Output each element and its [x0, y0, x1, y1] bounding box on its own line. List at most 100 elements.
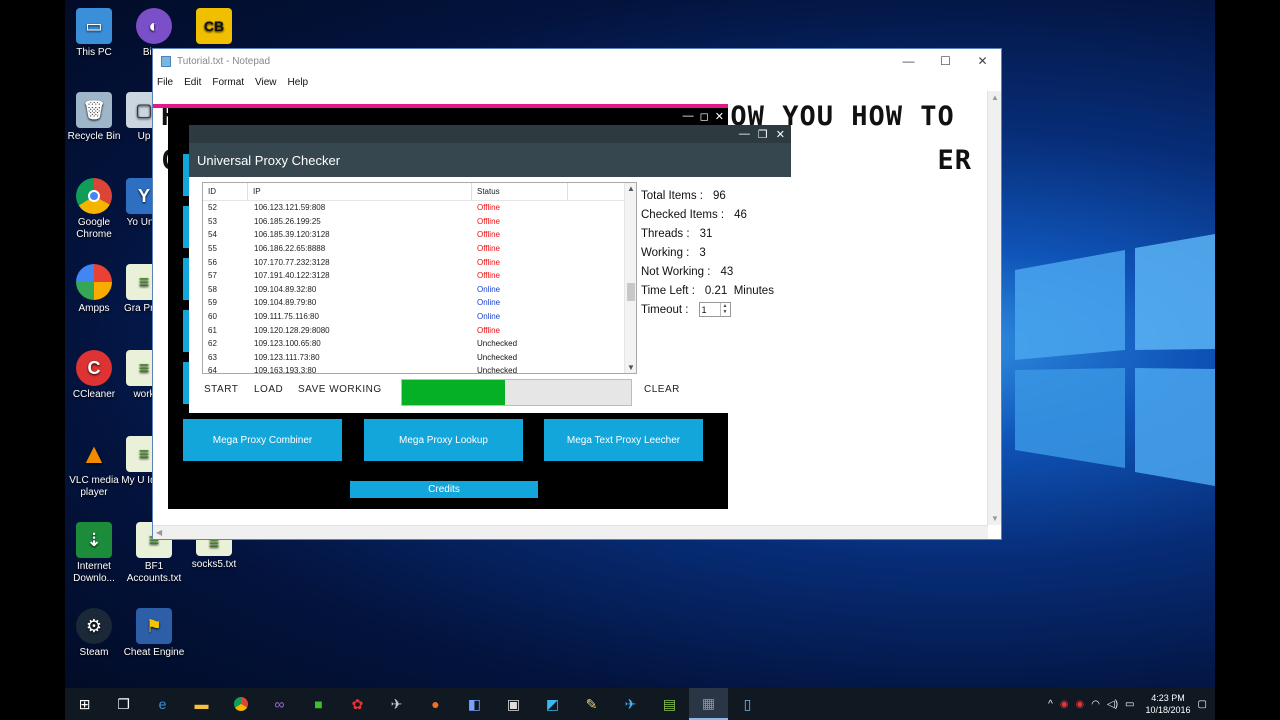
app-icon[interactable]: ▤: [650, 688, 689, 720]
app-icon[interactable]: ✿: [338, 688, 377, 720]
menu-view[interactable]: View: [255, 77, 277, 88]
close-icon[interactable]: ✕: [776, 128, 785, 141]
table-row[interactable]: 55 106.186.22.65:8888 Offline: [203, 242, 636, 256]
close-icon[interactable]: ✕: [964, 49, 1001, 73]
notepad-titlebar[interactable]: Tutorial.txt - Notepad: [153, 49, 1001, 73]
chrome-icon[interactable]: [221, 688, 260, 720]
app-tray-icon[interactable]: ◉: [1060, 699, 1069, 710]
mega-proxy-lookup-button[interactable]: Mega Proxy Lookup: [364, 419, 523, 461]
mega-proxy-combiner-button[interactable]: Mega Proxy Combiner: [183, 419, 342, 461]
table-row[interactable]: 60 109.111.75.116:80 Online: [203, 310, 636, 324]
row-id: 52: [208, 203, 217, 213]
desktop-icon-cheat-engine[interactable]: ⚑ Cheat Engine: [121, 608, 187, 659]
desktop-icon-label: Up: [137, 131, 151, 142]
task-view-icon[interactable]: ❐: [104, 688, 143, 720]
app-icon[interactable]: ●: [416, 688, 455, 720]
minimize-icon[interactable]: —: [890, 49, 927, 73]
clear-button[interactable]: CLEAR: [644, 384, 680, 395]
row-ip: 109.111.75.116:80: [254, 312, 319, 322]
app-icon[interactable]: ◩: [533, 688, 572, 720]
scroll-down-icon[interactable]: ▼: [991, 514, 999, 523]
table-row[interactable]: 61 109.120.128.29:8080 Offline: [203, 323, 636, 337]
column-id[interactable]: ID: [203, 183, 248, 200]
menu-file[interactable]: File: [157, 77, 173, 88]
table-row[interactable]: 63 109.123.111.73:80 Unchecked: [203, 351, 636, 365]
notifications-icon[interactable]: ▢: [1198, 699, 1207, 710]
credits-button[interactable]: Credits: [350, 481, 538, 498]
system-tray: ^ ◉ ◉ ◠ ◁) ▭ 4:23 PM 10/18/2016 ▢: [1048, 688, 1207, 720]
edge-icon[interactable]: e: [143, 688, 182, 720]
notepad-icon[interactable]: ▯: [728, 688, 767, 720]
app-icon[interactable]: ✈: [611, 688, 650, 720]
notepad-horizontal-scrollbar[interactable]: ◀: [153, 525, 988, 539]
table-row[interactable]: 52 106.123.121.59:808 Offline: [203, 201, 636, 215]
volume-icon[interactable]: ◁): [1107, 699, 1118, 710]
row-ip: 109.104.89.32:80: [254, 284, 317, 294]
start-icon[interactable]: ⊞: [65, 688, 104, 720]
table-row[interactable]: 59 109.104.89.79:80 Online: [203, 296, 636, 310]
app-icon[interactable]: ✈: [377, 688, 416, 720]
notepad-menubar: File Edit Format View Help: [153, 73, 1001, 91]
file-explorer-icon[interactable]: ▬: [182, 688, 221, 720]
table-row[interactable]: 56 107.170.77.232:3128 Offline: [203, 255, 636, 269]
desktop-icon-idm[interactable]: ⇣ Internet Downlo...: [61, 522, 127, 585]
app-icon[interactable]: ▦: [689, 688, 728, 720]
row-id: 55: [208, 244, 217, 254]
grid-scrollbar[interactable]: ▲ ▼: [624, 183, 636, 373]
save-working-button[interactable]: SAVE WORKING: [298, 384, 382, 395]
restore-icon[interactable]: ❐: [758, 128, 768, 141]
table-row[interactable]: 64 109.163.193.3:80 Unchecked: [203, 364, 636, 374]
jd-icon[interactable]: ■: [299, 688, 338, 720]
table-row[interactable]: 58 109.104.89.32:80 Online: [203, 283, 636, 297]
start-button[interactable]: START: [204, 384, 238, 395]
row-id: 60: [208, 312, 217, 322]
notepad-vertical-scrollbar[interactable]: ▲ ▼: [987, 91, 1001, 525]
desktop-icon-label: Cheat Engine: [123, 647, 185, 658]
app-icon[interactable]: ✎: [572, 688, 611, 720]
minimize-icon[interactable]: —: [739, 128, 750, 140]
menu-format[interactable]: Format: [212, 77, 244, 88]
desktop-icon-steam[interactable]: ⚙ Steam: [61, 608, 127, 659]
table-row[interactable]: 57 107.191.40.122:3128 Offline: [203, 269, 636, 283]
stat-value: 3: [699, 246, 706, 259]
stat-unit: Minutes: [733, 284, 774, 297]
proxy-tools-window-controls: — ◻ ✕: [683, 110, 728, 123]
timeout-stepper[interactable]: 1 ▲ ▼: [698, 302, 731, 317]
mega-text-proxy-leecher-button[interactable]: Mega Text Proxy Leecher: [544, 419, 703, 461]
row-ip: 106.185.26.199:25: [254, 216, 321, 226]
chevron-up-icon[interactable]: ^: [1048, 699, 1053, 710]
desktop-icon-this-pc[interactable]: ▭ This PC: [61, 8, 127, 59]
load-button[interactable]: LOAD: [254, 384, 283, 395]
stat-value: 96: [713, 189, 726, 202]
scroll-thumb[interactable]: [627, 283, 635, 301]
scroll-up-icon[interactable]: ▲: [627, 184, 635, 193]
scroll-up-icon[interactable]: ▲: [991, 93, 999, 102]
visual-studio-icon[interactable]: ∞: [260, 688, 299, 720]
spinner-arrows-icon[interactable]: ▲ ▼: [719, 303, 730, 316]
keyboard-icon[interactable]: ▭: [1125, 699, 1134, 710]
clock[interactable]: 4:23 PM 10/18/2016: [1146, 692, 1191, 716]
table-row[interactable]: 62 109.123.100.65:80 Unchecked: [203, 337, 636, 351]
app-icon[interactable]: ◧: [455, 688, 494, 720]
column-ip[interactable]: IP: [248, 183, 472, 200]
table-row[interactable]: 54 106.185.39.120:3128 Offline: [203, 228, 636, 242]
column-status[interactable]: Status: [472, 183, 568, 200]
minimize-icon[interactable]: —: [683, 110, 694, 123]
app-icon[interactable]: ▣: [494, 688, 533, 720]
menu-edit[interactable]: Edit: [184, 77, 201, 88]
desktop-icon-label: Google Chrome: [76, 217, 112, 240]
scroll-left-icon[interactable]: ◀: [156, 528, 162, 537]
right-bezel: [1215, 0, 1280, 720]
app-tray-icon[interactable]: ◉: [1076, 699, 1085, 710]
close-icon[interactable]: ✕: [715, 110, 724, 123]
wifi-icon[interactable]: ◠: [1091, 699, 1100, 710]
menu-help[interactable]: Help: [288, 77, 309, 88]
scroll-down-icon[interactable]: ▼: [627, 363, 635, 372]
maximize-icon[interactable]: ◻: [700, 110, 709, 123]
maximize-icon[interactable]: ☐: [927, 49, 964, 73]
desktop-icon-cb[interactable]: CB: [181, 8, 247, 47]
row-status: Unchecked: [477, 352, 518, 362]
row-id: 64: [208, 366, 217, 374]
proxy-grid[interactable]: ID IP Status 52 106.123.121.59:808 Offline…: [202, 182, 637, 374]
table-row[interactable]: 53 106.185.26.199:25 Offline: [203, 215, 636, 229]
